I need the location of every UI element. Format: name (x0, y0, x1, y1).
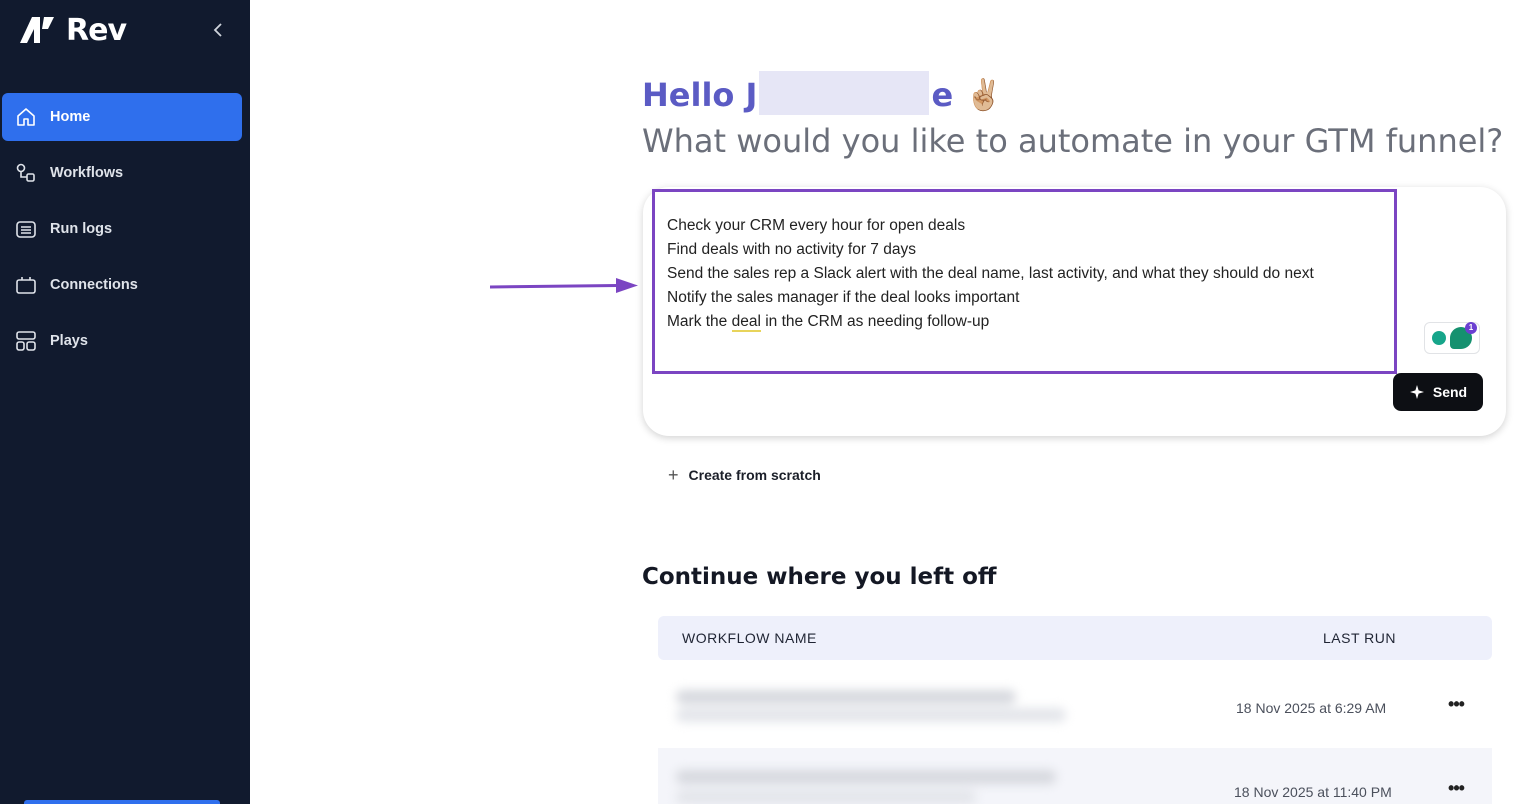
sidebar-item-connections[interactable]: Connections (2, 261, 242, 309)
greeting-prefix: Hello J (642, 76, 758, 114)
send-button-label: Send (1432, 384, 1468, 400)
redacted-name (759, 71, 930, 115)
sidebar-item-label: Connections (50, 277, 138, 293)
grammarly-icon: 1 (1450, 322, 1477, 349)
table-row[interactable]: 18 Nov 2025 at 11:40 PM ••• (658, 748, 1492, 804)
home-icon (14, 105, 38, 129)
prompt-line: Notify the sales manager if the deal loo… (667, 289, 1020, 306)
greeting-suffix: e (931, 76, 954, 114)
victory-hand-emoji: ✌🏼 (965, 77, 1003, 113)
sidebar-item-run-logs[interactable]: Run logs (2, 205, 242, 253)
grammar-suggestion-word[interactable]: deal (731, 313, 761, 332)
continue-section-title: Continue where you left off (642, 564, 997, 590)
plus-icon: + (668, 464, 679, 485)
sidebar-item-label: Run logs (50, 221, 113, 237)
rev-logo[interactable]: Rev (18, 12, 127, 48)
column-header-last-run[interactable]: LAST RUN (1323, 630, 1396, 646)
prompt-line: Mark the deal in the CRM as needing foll… (667, 310, 1394, 334)
sidebar-item-home[interactable]: Home (2, 93, 242, 141)
prompt-line: Send the sales rep a Slack alert with th… (667, 265, 1314, 282)
last-run-date: 18 Nov 2025 at 6:29 AM (1236, 700, 1387, 716)
create-from-scratch-link[interactable]: + Create from scratch (668, 465, 821, 485)
send-button[interactable]: Send (1393, 373, 1483, 411)
sidebar-item-workflows[interactable]: Workflows (2, 149, 242, 197)
workflow-table-header: WORKFLOW NAME LAST RUN (658, 616, 1492, 660)
chevron-left-icon (213, 23, 222, 37)
redacted-workflow-name (676, 684, 1076, 724)
create-from-scratch-label: Create from scratch (688, 467, 821, 483)
rev-logo-icon (20, 17, 54, 43)
sidebar-item-label: Plays (50, 333, 88, 349)
prompt-textarea[interactable]: Check your CRM every hour for open deals… (652, 189, 1397, 374)
more-options-icon[interactable]: ••• (1444, 694, 1468, 714)
redacted-workflow-name (676, 764, 1076, 804)
grammarly-widget[interactable]: 1 (1424, 322, 1480, 354)
workflow-icon (14, 161, 38, 185)
app-name: Rev (66, 12, 127, 48)
sidebar-nav: Home Workflows Run logs Connections Play… (2, 93, 242, 373)
sidebar: Rev Home Workflows Run logs Connections … (0, 0, 250, 804)
prompt-line-text: Mark the (667, 313, 732, 330)
greeting-heading: Hello J e ✌🏼 (642, 71, 1003, 116)
last-run-date: 18 Nov 2025 at 11:40 PM (1234, 784, 1392, 800)
sparkle-icon (1409, 385, 1424, 399)
more-options-icon[interactable]: ••• (1444, 778, 1468, 798)
sidebar-bottom-accent (24, 800, 220, 804)
collapse-sidebar-button[interactable] (206, 18, 230, 42)
sidebar-item-label: Home (50, 109, 91, 125)
suggestion-count-badge: 1 (1465, 322, 1477, 334)
sidebar-item-plays[interactable]: Plays (2, 317, 242, 365)
plays-icon (14, 329, 38, 353)
prompt-line-text: in the CRM as needing follow-up (760, 313, 990, 330)
prompt-line: Check your CRM every hour for open deals (667, 217, 966, 234)
connections-icon (14, 273, 38, 297)
sidebar-item-label: Workflows (50, 165, 124, 181)
greeting-subtitle: What would you like to automate in your … (642, 122, 1504, 160)
prompt-line: Find deals with no activity for 7 days (667, 241, 916, 258)
column-header-workflow-name[interactable]: WORKFLOW NAME (682, 630, 817, 646)
arrow-annotation-icon (490, 278, 638, 293)
run-logs-icon (14, 217, 38, 241)
table-row[interactable]: 18 Nov 2025 at 6:29 AM ••• (658, 676, 1492, 738)
lightbulb-icon (1432, 331, 1446, 345)
